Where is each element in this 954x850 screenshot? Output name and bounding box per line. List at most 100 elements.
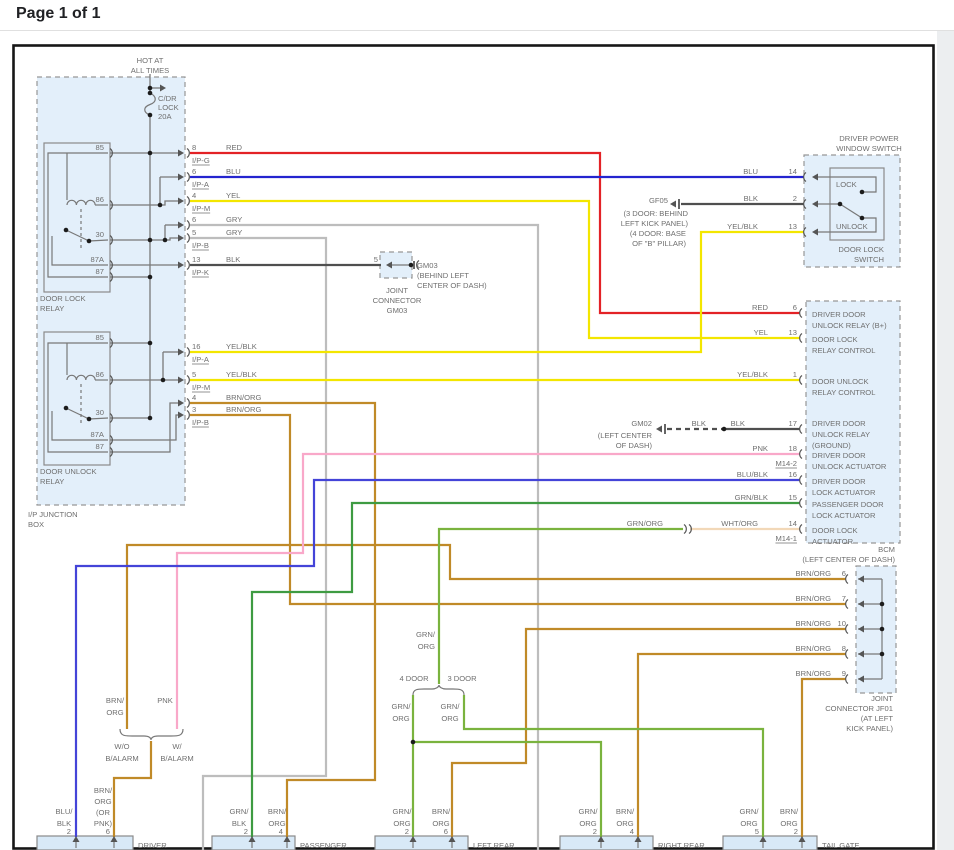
diagram-label: RELAY CONTROL — [812, 388, 875, 397]
diagram-label: YEL/BLK — [727, 222, 758, 231]
diagram-label: LOCK ACTUATOR — [812, 488, 876, 497]
diagram-label: 13 — [789, 328, 797, 337]
diagram-label: 8 — [842, 644, 846, 653]
diagram-label: DRIVER POWER — [839, 134, 899, 143]
diagram-label: 6 — [793, 303, 797, 312]
diagram-label: BRN/ORG — [796, 569, 832, 578]
diagram-label: LOCK — [158, 103, 179, 112]
diagram-label: 17 — [789, 419, 797, 428]
junction-dot — [147, 150, 153, 156]
diagram-label: LEFT REAR — [473, 841, 515, 850]
diagram-label: HOT AT — [137, 56, 164, 65]
junction-dot — [879, 626, 885, 632]
diagram-label: YEL — [754, 328, 768, 337]
junction-dot — [408, 262, 414, 268]
junction-dot — [86, 238, 92, 244]
diagram-label: GRN/ORG — [627, 519, 663, 528]
diagram-label: 3 — [192, 405, 196, 414]
diagram-label: 16 — [789, 470, 797, 479]
diagram-label: YEL — [226, 191, 240, 200]
diagram-label: GM03 — [387, 306, 408, 315]
diagram-label: 87 — [96, 442, 104, 451]
diagram-label: 6 — [106, 827, 110, 836]
diagram-label: ORG — [94, 797, 111, 806]
diagram-label: BRN/ORG — [796, 594, 832, 603]
page: HOT AT ALL TIMES C/DR LOCK 20A 85 86 30 87A 87 85 8… — [0, 0, 954, 850]
diagram-label: ACTUATOR — [812, 537, 854, 546]
diagram-label: M14-2 — [775, 459, 797, 468]
diagram-label: GRN/ — [579, 807, 599, 816]
diagram-label: 4 — [279, 827, 283, 836]
diagram-label: UNLOCK ACTUATOR — [812, 462, 887, 471]
diagram-label: I/P-A — [192, 180, 210, 189]
diagram-label: (4 DOOR: BASE — [630, 229, 686, 238]
diagram-label: DOOR UNLOCK — [812, 377, 869, 386]
driver-connector-box — [36, 835, 134, 850]
diagram-label: 14 — [789, 167, 797, 176]
diagram-label: RELAY — [40, 477, 64, 486]
diagram-label: I/P-K — [192, 268, 209, 277]
junction-dot — [147, 415, 153, 421]
diagram-label: B/ALARM — [160, 754, 193, 763]
diagram-label: BLK — [744, 194, 758, 203]
diagram-label: 2 — [244, 827, 248, 836]
diagram-label: 8 — [192, 143, 196, 152]
diagram-label: GRN/ — [392, 702, 412, 711]
diagram-label: YEL/BLK — [226, 370, 257, 379]
junction-dot — [879, 601, 885, 607]
diagram-label: C/DR — [158, 94, 177, 103]
junction-dot — [157, 202, 163, 208]
diagram-label: JOINT — [386, 286, 408, 295]
diagram-label: 4 — [192, 393, 196, 402]
diagram-label: JOINT — [871, 694, 893, 703]
diagram-label: BLU — [743, 167, 758, 176]
diagram-label: 30 — [96, 230, 104, 239]
diagram-label: GRY — [226, 228, 242, 237]
junction-dot — [160, 377, 166, 383]
diagram-label: UNLOCK RELAY (B+) — [812, 321, 887, 330]
diagram-label: DRIVER DOOR — [812, 451, 866, 460]
diagram-label: 16 — [192, 342, 200, 351]
junction-dot — [147, 112, 153, 118]
diagram-label: GRN/BLK — [735, 493, 768, 502]
diagram-label: BLU — [226, 167, 241, 176]
wiring-diagram: HOT ATALL TIMESC/DRLOCK20A85863087A87858… — [0, 30, 954, 850]
diagram-label: BRN/ — [780, 807, 799, 816]
diagram-label: BRN/ — [616, 807, 635, 816]
diagram-label: 14 — [789, 519, 797, 528]
diagram-label: WINDOW SWITCH — [836, 144, 901, 153]
left-rear-connector-box — [374, 835, 469, 850]
diagram-label: 3 DOOR — [447, 674, 477, 683]
diagram-label: GF05 — [649, 196, 668, 205]
diagram-label: DRIVER DOOR — [812, 419, 866, 428]
diagram-label: RELAY CONTROL — [812, 346, 875, 355]
diagram-label: BRN/ — [432, 807, 451, 816]
diagram-label: 2 — [67, 827, 71, 836]
junction-dot — [721, 426, 727, 432]
junction-dot — [63, 405, 69, 411]
diagram-label: BRN/ — [106, 696, 125, 705]
diagram-label: M14-1 — [775, 534, 797, 543]
diagram-label: DOOR LOCK — [838, 245, 884, 254]
diagram-label: ORG — [268, 819, 285, 828]
diagram-label: I/P-G — [192, 156, 210, 165]
diagram-label: DOOR LOCK — [40, 294, 86, 303]
diagram-label: 20A — [158, 112, 172, 121]
diagram-label: 15 — [789, 493, 797, 502]
junction-dot — [859, 215, 865, 221]
diagram-label: 6 — [192, 215, 196, 224]
diagram-label: I/P-A — [192, 355, 210, 364]
diagram-label: I/P-M — [192, 204, 210, 213]
diagram-label: 30 — [96, 408, 104, 417]
diagram-label: BRN/ORG — [796, 619, 832, 628]
junction-dot — [837, 201, 843, 207]
diagram-label: (LEFT CENTER — [598, 431, 653, 440]
diagram-label: BRN/ — [94, 786, 113, 795]
diagram-label: 85 — [96, 333, 104, 342]
diagram-label: ORG — [106, 708, 123, 717]
diagram-label: BRN/ORG — [796, 669, 832, 678]
diagram-label: PNK — [752, 444, 768, 453]
junction-dot — [147, 90, 153, 96]
diagram-label: ALL TIMES — [131, 66, 169, 75]
diagram-label: W/O — [114, 742, 129, 751]
